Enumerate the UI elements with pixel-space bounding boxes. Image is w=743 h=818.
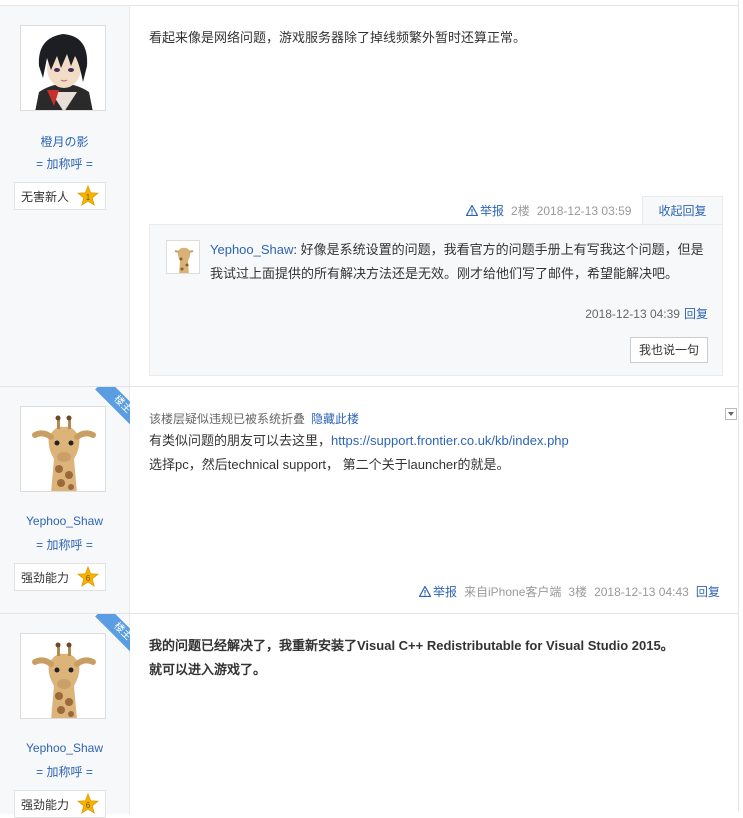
level-star-icon: 6 — [77, 793, 100, 814]
warning-icon — [419, 586, 431, 597]
reply-avatar[interactable] — [166, 240, 200, 274]
level-badge[interactable]: 强劲能力 6 — [14, 790, 107, 818]
badge-label: 强劲能力 — [21, 570, 70, 585]
svg-text:6: 6 — [86, 801, 91, 810]
content-text: 有类似问题的朋友可以去这里， — [149, 433, 332, 448]
page-right-border — [738, 0, 739, 811]
reply-time: 2018-12-13 04:39 — [585, 307, 680, 321]
floor-number: 3楼 — [568, 585, 588, 599]
level-badge[interactable]: 强劲能力 6 — [14, 563, 107, 591]
lzl-reply-box: Yephoo_Shaw: 好像是系统设置的问题，我看官方的问题手册上有写我这个问… — [149, 224, 723, 376]
reply-text: Yephoo_Shaw: 好像是系统设置的问题，我看官方的问题手册上有写我这个问… — [210, 238, 710, 286]
warning-icon — [466, 205, 478, 216]
report-link[interactable]: 举报 — [433, 583, 457, 600]
badge-label: 强劲能力 — [21, 797, 70, 812]
post-content: 有类似问题的朋友可以去这里，https://support.frontier.c… — [149, 429, 720, 477]
badge-label: 无害新人 — [21, 189, 70, 204]
fold-text: 该楼层疑似违规已被系统折叠 — [149, 412, 306, 426]
level-star-icon: 1 — [77, 185, 100, 206]
content-line-2: 就可以进入游戏了。 — [149, 662, 267, 677]
add-title-link[interactable]: = 加称呼 = — [0, 763, 129, 780]
level-badge[interactable]: 无害新人 1 — [14, 182, 107, 210]
svg-text:6: 6 — [86, 574, 91, 583]
content-line-2: 选择pc，然后technical support， 第二个关于launcher的… — [149, 457, 510, 472]
say-something-button[interactable]: 我也说一句 — [630, 337, 708, 363]
collapse-replies-button[interactable]: 收起回复 — [642, 196, 723, 225]
post-meta: 举报 来自iPhone客户端 3楼 2018-12-13 04:43 回复 — [419, 583, 720, 600]
op-corner-badge: 楼主 — [88, 387, 130, 429]
reply-link[interactable]: 回复 — [696, 583, 720, 600]
chevron-down-icon[interactable] — [725, 408, 737, 420]
post-content: 我的问题已经解决了，我重新安装了Visual C++ Redistributab… — [149, 634, 720, 682]
post-content: 看起来像是网络问题，游戏服务器除了掉线频繁外暂时还算正常。 — [149, 30, 527, 45]
reply-username[interactable]: Yephoo_Shaw — [210, 242, 293, 257]
hide-floor-link[interactable]: 隐藏此楼 — [311, 412, 359, 426]
op-corner-badge: 楼主 — [88, 614, 130, 656]
content-line-1: 我的问题已经解决了，我重新安装了Visual C++ Redistributab… — [149, 638, 674, 653]
add-title-link[interactable]: = 加称呼 = — [0, 155, 129, 172]
reply-link[interactable]: 回复 — [684, 307, 708, 321]
post-floor-3: Yephoo_Shaw = 加称呼 = 强劲能力 6 楼主 该楼层疑似违规已被系… — [0, 387, 738, 614]
add-title-link[interactable]: = 加称呼 = — [0, 536, 129, 553]
username[interactable]: Yephoo_Shaw — [0, 741, 129, 755]
reply-meta: 2018-12-13 04:39 回复 — [585, 305, 708, 322]
post-time: 2018-12-13 03:59 — [536, 203, 632, 218]
op-label: 楼主 — [95, 614, 130, 656]
giraffe-avatar-icon — [167, 241, 199, 273]
username[interactable]: 橙月の影 — [0, 133, 129, 150]
avatar[interactable] — [20, 25, 106, 111]
fold-notice: 该楼层疑似违规已被系统折叠 隐藏此楼 — [149, 410, 359, 427]
post-time: 2018-12-13 04:43 — [594, 584, 689, 599]
content-line-1: 有类似问题的朋友可以去这里，https://support.frontier.c… — [149, 429, 720, 453]
post-floor-2: 橙月の影 = 加称呼 = 无害新人 1 看起来像是网络问题，游戏服务器除了掉线频… — [0, 6, 738, 387]
report-link[interactable]: 举报 — [480, 202, 504, 219]
post-floor-4: Yephoo_Shaw = 加称呼 = 强劲能力 6 楼主 我的问题已经解决了，… — [0, 614, 738, 818]
level-star-icon: 6 — [77, 566, 100, 587]
floor-number: 2楼 — [511, 204, 530, 218]
op-label: 楼主 — [95, 387, 130, 429]
anime-avatar-icon — [21, 26, 105, 110]
post-source: 来自iPhone客户端 — [464, 585, 562, 599]
support-link[interactable]: https://support.frontier.co.uk/kb/index.… — [331, 433, 569, 448]
username[interactable]: Yephoo_Shaw — [0, 514, 129, 528]
svg-text:1: 1 — [86, 193, 91, 202]
user-panel: 橙月の影 = 加称呼 = 无害新人 1 — [0, 6, 130, 386]
post-meta: 举报 2楼 2018-12-13 03:59 — [466, 202, 631, 219]
reply-colon: : — [293, 242, 301, 257]
